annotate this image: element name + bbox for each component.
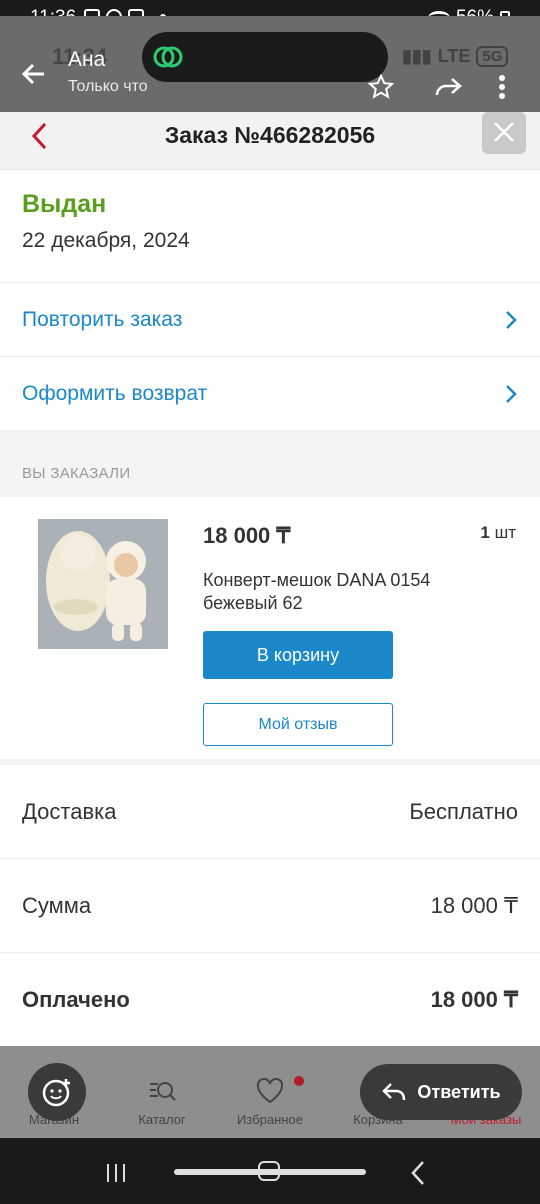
nav-label: Каталог (138, 1112, 186, 1127)
status-block: Выдан 22 декабря, 2024 (0, 170, 540, 283)
back-arrow-icon[interactable] (20, 60, 48, 94)
more-vertical-icon[interactable] (498, 74, 506, 105)
summary-row-sum: Сумма 18 000 ₸ (0, 859, 540, 953)
forward-icon[interactable] (434, 76, 464, 105)
emoji-add-icon (42, 1079, 70, 1107)
heart-icon (256, 1077, 284, 1104)
order-header: Заказ №466282056 (0, 112, 540, 170)
add-to-cart-button[interactable]: В корзину (203, 631, 393, 679)
home-icon[interactable] (258, 1161, 280, 1181)
network-indicator: ▮▮▮ LTE 5G (402, 46, 509, 67)
product-quantity: 1 шт (480, 523, 516, 543)
repeat-order-label: Повторить заказ (22, 307, 183, 331)
order-content: Выдан 22 декабря, 2024 Повторить заказ О… (0, 170, 540, 1047)
system-nav-bar (0, 1138, 540, 1204)
notification-header[interactable]: 11:34 Ана Только что ▮▮▮ LTE 5G (0, 16, 540, 112)
sender-subtitle: Только что (68, 78, 148, 95)
product-name[interactable]: Конверт-мешок DANA 0154 бежевый 62 (203, 569, 493, 615)
chevron-right-icon (506, 384, 517, 403)
section-title: ВЫ ЗАКАЗАЛИ (0, 431, 540, 497)
summary-row-paid: Оплачено 18 000 ₸ (0, 953, 540, 1047)
quantity-unit: шт (494, 523, 516, 542)
network-badge: 5G (476, 46, 509, 67)
nav-item-catalog[interactable]: Каталог (112, 1076, 212, 1127)
summary-label: Сумма (22, 892, 92, 918)
product-price: 18 000 ₸ (203, 523, 291, 548)
star-icon[interactable] (367, 73, 395, 105)
close-icon (494, 122, 514, 142)
order-date: 22 декабря, 2024 (22, 229, 190, 252)
network-type: LTE (437, 46, 471, 66)
chat-app-logo-icon (153, 46, 183, 68)
nav-item-favorites[interactable]: Избранное (220, 1076, 320, 1127)
reply-icon (382, 1083, 406, 1101)
return-order-label: Оформить возврат (22, 381, 208, 405)
recent-apps-icon[interactable] (104, 1162, 128, 1189)
signal-icon: ▮▮▮ (402, 46, 432, 66)
ordered-item: 18 000 ₸ 1 шт Конверт-мешок DANA 0154 бе… (0, 497, 540, 765)
product-image[interactable] (38, 519, 168, 649)
summary-label: Доставка (22, 798, 117, 824)
order-title: Заказ №466282056 (164, 122, 376, 148)
return-order-row[interactable]: Оформить возврат (0, 357, 540, 431)
summary-row-delivery: Доставка Бесплатно (0, 765, 540, 859)
reply-button[interactable]: Ответить (360, 1064, 522, 1120)
summary-value: 18 000 ₸ (430, 892, 518, 918)
favorites-badge (294, 1076, 304, 1086)
summary-label: Оплачено (22, 987, 130, 1012)
reply-label: Ответить (417, 1081, 501, 1102)
sender-name: Ана (68, 48, 106, 71)
nav-label: Избранное (237, 1112, 303, 1127)
my-review-button[interactable]: Мой отзыв (203, 703, 393, 746)
summary-value: 18 000 ₸ (430, 987, 518, 1012)
close-button[interactable] (482, 112, 526, 154)
summary-value: Бесплатно (409, 798, 518, 824)
order-status: Выдан (22, 190, 107, 218)
app-pill[interactable] (142, 32, 388, 82)
system-back-icon[interactable] (410, 1160, 426, 1191)
catalog-search-icon (150, 1082, 176, 1101)
quantity-number: 1 (480, 523, 490, 542)
emoji-button[interactable] (28, 1063, 86, 1121)
repeat-order-row[interactable]: Повторить заказ (0, 283, 540, 357)
chevron-right-icon (506, 310, 517, 329)
